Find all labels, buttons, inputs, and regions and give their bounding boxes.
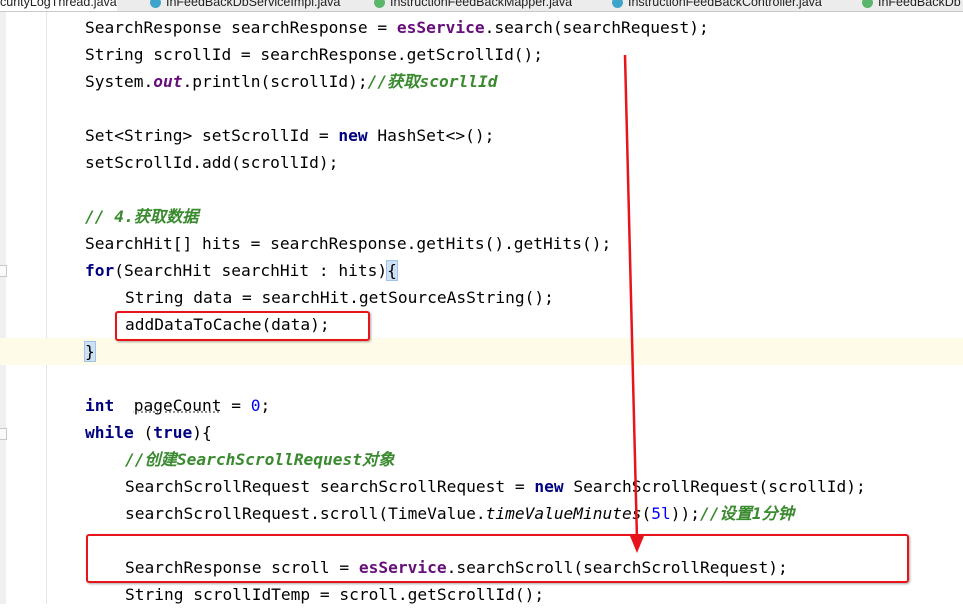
annotation-arrow xyxy=(623,54,644,553)
arrow-head-icon xyxy=(630,536,644,553)
arrow-shaft xyxy=(623,54,639,541)
